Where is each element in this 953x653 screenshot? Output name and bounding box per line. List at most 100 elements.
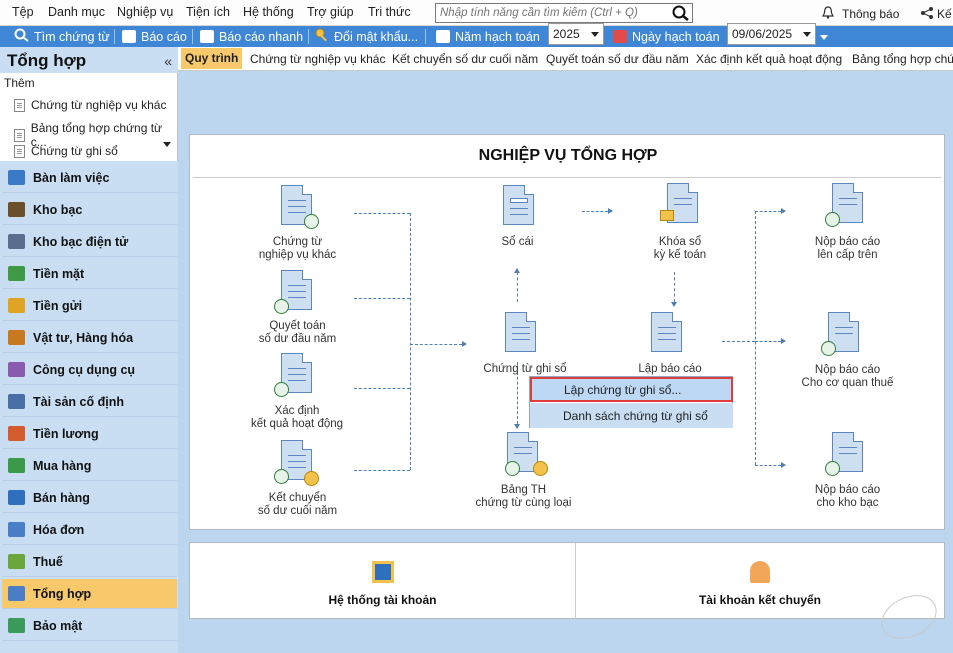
sidebar-link-other-voucher[interactable]: Chứng từ nghiệp vụ khác — [14, 98, 166, 112]
search-icon[interactable] — [672, 5, 690, 24]
voucher-book-popup: Lập chứng từ ghi sổ... Danh sách chứng t… — [529, 376, 733, 428]
quick-report-button[interactable]: Báo cáo nhanh — [200, 28, 303, 45]
calendar-icon — [436, 30, 450, 43]
lock-book-icon[interactable] — [660, 183, 698, 223]
document-icon — [14, 144, 25, 158]
sidebar-quick-links: Thêm Chứng từ nghiệp vụ khác Bảng tổng h… — [0, 73, 178, 161]
notification-button[interactable]: Thông báo — [822, 6, 899, 22]
sidebar-module-3[interactable]: Tiền mặt — [2, 259, 177, 289]
account-system-button[interactable]: Hệ thống tài khoản — [320, 561, 445, 607]
other-voucher-icon[interactable] — [281, 185, 319, 229]
menu-knowledge[interactable]: Tri thức — [368, 5, 411, 19]
tab-process[interactable]: Quy trình — [181, 48, 243, 69]
module-label: Công cụ dụng cụ — [33, 362, 136, 377]
add-label[interactable]: Thêm — [4, 76, 35, 90]
change-password-label: Đổi mật khẩu... — [334, 29, 419, 44]
posting-date-select[interactable]: 09/06/2025 — [727, 23, 816, 45]
menu-help[interactable]: Trợ giúp — [307, 5, 354, 19]
node-make-report[interactable]: Lập báo cáo — [620, 363, 720, 376]
document-icon — [14, 98, 25, 112]
menu-system[interactable]: Hệ thống — [243, 5, 294, 19]
sidebar-module-9[interactable]: Mua hàng — [2, 451, 177, 481]
tab-opening-balance[interactable]: Quyết toán số dư đầu năm — [546, 52, 689, 66]
toolbar-overflow-icon[interactable] — [820, 35, 828, 40]
node-lock-book[interactable]: Khóa sổ kỳ kế toán — [630, 236, 730, 262]
change-password-button[interactable]: Đổi mật khẩu... — [315, 28, 418, 45]
sidebar-module-12[interactable]: Thuế — [2, 547, 177, 577]
report-button[interactable]: Báo cáo — [122, 28, 187, 45]
module-icon — [8, 586, 25, 601]
sidebar-module-11[interactable]: Hóa đơn — [2, 515, 177, 545]
sidebar-module-8[interactable]: Tiền lương — [2, 419, 177, 449]
voucher-list-menu-item[interactable]: Danh sách chứng từ ghi sổ — [530, 403, 733, 428]
report-superior-icon[interactable] — [825, 183, 863, 227]
module-label: Vật tư, Hàng hóa — [33, 330, 134, 345]
sidebar-module-1[interactable]: Kho bạc — [2, 195, 177, 225]
module-label: Tiền mặt — [33, 266, 85, 281]
share-button[interactable]: Kế — [920, 6, 952, 22]
module-icon — [8, 266, 25, 281]
node-other-voucher[interactable]: Chứng từ nghiệp vụ khác — [240, 236, 355, 262]
menu-file[interactable]: Tệp — [12, 5, 34, 19]
make-report-icon[interactable] — [651, 312, 682, 352]
node-year-end-transfer[interactable]: Kết chuyển số dư cuối năm — [240, 492, 355, 518]
sidebar-module-6[interactable]: Công cụ dụng cụ — [2, 355, 177, 385]
sidebar-module-2[interactable]: Kho bạc điện tử — [2, 227, 177, 257]
feature-search-box — [435, 3, 693, 23]
module-label: Tài sản cố định — [33, 394, 124, 409]
sidebar-module-0[interactable]: Bàn làm việc — [2, 163, 177, 193]
summary-same-type-icon[interactable] — [505, 432, 548, 476]
node-report-treasury[interactable]: Nộp báo cáo cho kho bạc — [795, 484, 900, 510]
account-system-icon — [371, 561, 394, 583]
report-tax-icon[interactable] — [821, 312, 859, 356]
sidebar-module-14[interactable]: Bảo mật — [2, 611, 177, 641]
tab-other-voucher[interactable]: Chứng từ nghiệp vụ khác — [250, 52, 385, 66]
calendar-icon — [613, 30, 627, 43]
node-summary-same-type[interactable]: Bảng TH chứng từ cùng loại — [466, 484, 581, 510]
tab-operating-result[interactable]: Xác định kết quả hoạt động — [696, 52, 842, 66]
node-report-superior[interactable]: Nộp báo cáo lên cấp trên — [795, 236, 900, 262]
sidebar-module-10[interactable]: Bán hàng — [2, 483, 177, 513]
find-voucher-button[interactable]: Tìm chứng từ — [14, 28, 110, 45]
document-icon — [14, 128, 25, 142]
module-icon — [8, 202, 25, 217]
menu-operations[interactable]: Nghiệp vụ — [117, 5, 173, 19]
module-icon — [8, 458, 25, 473]
node-operating-result[interactable]: Xác định kết quả hoạt động — [232, 405, 362, 431]
report-treasury-icon[interactable] — [825, 432, 863, 476]
tab-year-end-transfer[interactable]: Kết chuyển số dư cuối năm — [392, 52, 538, 66]
sidebar-module-13[interactable]: Tổng hợp — [2, 579, 177, 609]
fiscal-year-button[interactable]: Năm hạch toán — [436, 28, 540, 45]
bottom-panel: Hệ thống tài khoản Tài khoản kết chuyển — [189, 542, 945, 620]
share-label: Kế — [937, 7, 952, 21]
opening-balance-icon[interactable] — [274, 270, 312, 314]
search-input[interactable] — [436, 4, 666, 22]
operating-result-icon[interactable] — [274, 353, 312, 397]
scroll-down-icon[interactable] — [163, 142, 171, 147]
node-report-tax[interactable]: Nộp báo cáo Cho cơ quan thuế — [785, 364, 910, 390]
year-end-transfer-icon[interactable] — [274, 440, 319, 486]
account-system-label: Hệ thống tài khoản — [328, 593, 437, 607]
module-icon — [8, 298, 25, 313]
search-icon — [14, 28, 29, 45]
node-ledger[interactable]: Sổ cái — [470, 236, 565, 249]
fiscal-year-select[interactable]: 2025 — [548, 23, 604, 45]
node-opening-balance[interactable]: Quyết toán số dư đầu năm — [240, 320, 355, 346]
module-label: Tiền lương — [33, 426, 99, 441]
menu-catalog[interactable]: Danh mục — [48, 5, 105, 19]
sidebar-link-voucher-book[interactable]: Chứng từ ghi sổ — [14, 144, 118, 158]
tab-summary[interactable]: Bảng tổng hợp chứng — [852, 52, 953, 66]
sidebar-module-4[interactable]: Tiền gửi — [2, 291, 177, 321]
ledger-icon[interactable] — [503, 185, 534, 225]
transfer-account-button[interactable]: Tài khoản kết chuyển — [695, 561, 825, 607]
node-voucher-book[interactable]: Chứng từ ghi sổ — [470, 363, 580, 376]
voucher-book-icon[interactable] — [505, 312, 536, 352]
sidebar-module-5[interactable]: Vật tư, Hàng hóa — [2, 323, 177, 353]
module-list: Bàn làm việc Kho bạc Kho bạc điện tử Tiền m… — [0, 161, 178, 653]
module-label: Kho bạc điện tử — [33, 234, 129, 249]
menu-utilities[interactable]: Tiện ích — [186, 5, 230, 19]
posting-date-button[interactable]: Ngày hạch toán — [613, 28, 720, 45]
collapse-icon[interactable]: « — [164, 53, 172, 69]
create-voucher-menu-item[interactable]: Lập chứng từ ghi sổ... — [530, 377, 733, 402]
sidebar-module-7[interactable]: Tài sản cố định — [2, 387, 177, 417]
